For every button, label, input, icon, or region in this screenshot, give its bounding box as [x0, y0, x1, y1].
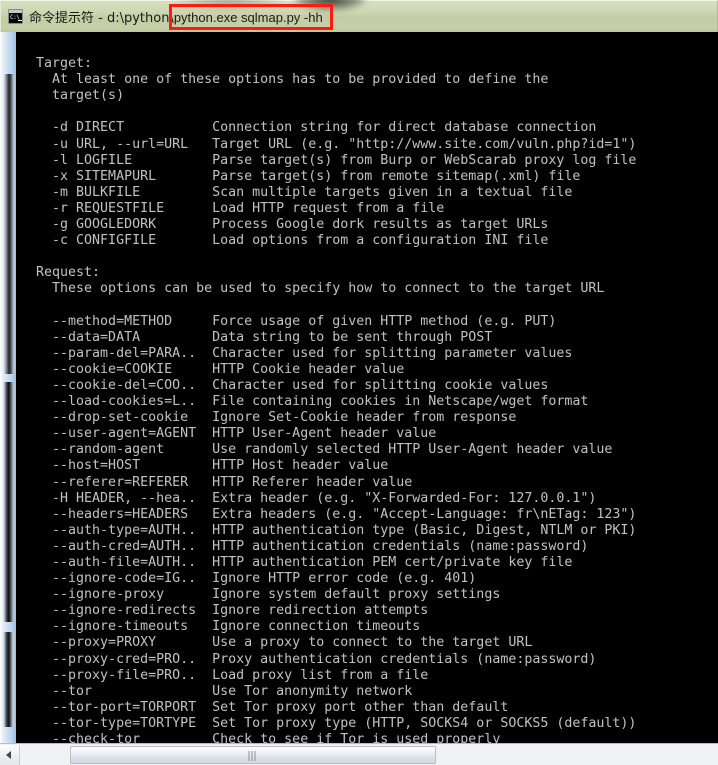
vertical-scrollbar-thumb[interactable] — [2, 74, 14, 374]
cmd-icon-cursor — [18, 20, 22, 21]
terminal-line: --host=HOST HTTP Host header value — [20, 458, 389, 474]
terminal-line: --check-tor Check to see if Tor is used … — [20, 732, 501, 743]
cmd-console-icon[interactable]: C:\ — [8, 9, 23, 24]
terminal-line: --load-cookies=L.. File containing cooki… — [20, 394, 589, 410]
terminal-line: At least one of these options has to be … — [20, 72, 549, 88]
terminal-line: -H HEADER, --hea.. Extra header (e.g. "X… — [20, 490, 597, 506]
terminal-line: -d DIRECT Connection string for direct d… — [20, 120, 597, 136]
terminal-line: These options can be used to specify how… — [20, 281, 605, 297]
terminal-line: --headers=HEADERS Extra headers (e.g. "A… — [20, 506, 637, 522]
terminal-line: -r REQUESTFILE Load HTTP request from a … — [20, 200, 445, 216]
cmd-icon-titlebar-strip — [9, 10, 22, 13]
terminal-line: --user-agent=AGENT HTTP User-Agent heade… — [20, 426, 437, 442]
terminal-line: target(s) — [20, 88, 125, 104]
vertical-scrollbar[interactable] — [0, 32, 16, 743]
terminal-line: --proxy-cred=PRO.. Proxy authentication … — [20, 651, 597, 667]
scrollbar-grip-icon — [248, 750, 258, 761]
terminal-line: --ignore-proxy Ignore system default pro… — [20, 587, 501, 603]
terminal-text: Target: At least one of these options ha… — [16, 40, 636, 743]
terminal-line: --ignore-timeouts Ignore connection time… — [20, 619, 421, 635]
terminal-line: -u URL, --url=URL Target URL (e.g. "http… — [20, 136, 637, 152]
terminal-line: --auth-cred=AUTH.. HTTP authentication c… — [20, 538, 589, 554]
terminal-line: --ignore-redirects Ignore redirection at… — [20, 603, 429, 619]
title-bar[interactable]: C:\ 命令提示符 - d:\python\python.exe sqlmap.… — [0, 0, 718, 32]
terminal-line: --drop-set-cookie Ignore Set-Cookie head… — [20, 410, 517, 426]
terminal-line: --param-del=PARA.. Character used for sp… — [20, 345, 573, 361]
console-window: C:\ 命令提示符 - d:\python\python.exe sqlmap.… — [0, 0, 718, 765]
vertical-scrollbar-thumb-bottom[interactable] — [2, 632, 14, 727]
terminal-line: --method=METHOD Force usage of given HTT… — [20, 313, 557, 329]
terminal-line: --auth-type=AUTH.. HTTP authentication t… — [20, 522, 637, 538]
terminal-line: -x SITEMAPURL Parse target(s) from remot… — [20, 168, 581, 184]
terminal-line: --random-agent Use randomly selected HTT… — [20, 442, 613, 458]
terminal-line: --cookie-del=COO.. Character used for sp… — [20, 377, 549, 393]
vertical-scrollbar-thumb-lower[interactable] — [2, 382, 14, 622]
terminal-line: Target: — [20, 56, 93, 72]
horizontal-scrollbar[interactable] — [0, 743, 718, 765]
terminal-output-area[interactable]: Target: At least one of these options ha… — [16, 32, 718, 743]
window-title-command: python.exe sqlmap.py -hh — [173, 10, 323, 25]
terminal-line: --proxy-file=PRO.. Load proxy list from … — [20, 667, 429, 683]
terminal-line: --cookie=COOKIE HTTP Cookie header value — [20, 361, 405, 377]
terminal-line: --ignore-code=IG.. Ignore HTTP error cod… — [20, 571, 477, 587]
window-title-path: 命令提示符 - d:\python\ — [29, 11, 174, 26]
terminal-line: --proxy=PROXY Use a proxy to connect to … — [20, 635, 533, 651]
terminal-line: --tor-port=TORPORT Set Tor proxy port ot… — [20, 699, 509, 715]
terminal-line: -m BULKFILE Scan multiple targets given … — [20, 184, 573, 200]
scroll-left-arrow[interactable] — [0, 744, 20, 765]
terminal-line: --tor-type=TORTYPE Set Tor proxy type (H… — [20, 715, 637, 731]
horizontal-scrollbar-track[interactable] — [20, 744, 718, 765]
terminal-line: -g GOOGLEDORK Process Google dork result… — [20, 217, 549, 233]
terminal-line: --referer=REFERER HTTP Referer header va… — [20, 474, 413, 490]
window-title: 命令提示符 - d:\python\python.exe sqlmap.py -… — [29, 7, 323, 26]
terminal-line: --tor Use Tor anonymity network — [20, 683, 413, 699]
terminal-line: -c CONFIGFILE Load options from a config… — [20, 233, 549, 249]
terminal-line: --auth-file=AUTH.. HTTP authentication P… — [20, 555, 573, 570]
terminal-line: Request: — [20, 265, 101, 281]
horizontal-scrollbar-thumb[interactable] — [70, 745, 436, 764]
terminal-line: -l LOGFILE Parse target(s) from Burp or … — [20, 152, 637, 168]
terminal-line: --data=DATA Data string to be sent throu… — [20, 329, 493, 345]
